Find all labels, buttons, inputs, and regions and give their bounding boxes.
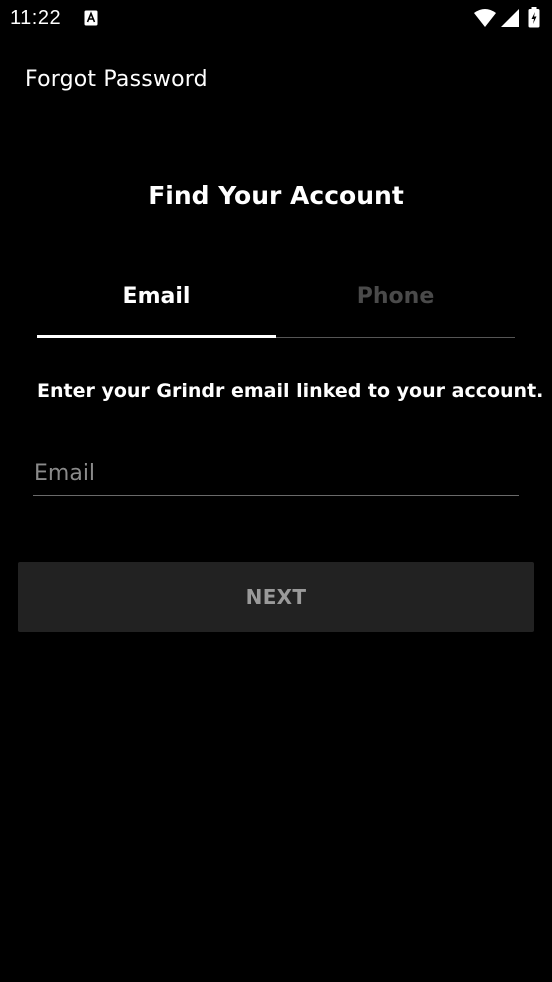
instructions-text: Enter your Grindr email linked to your a… — [37, 380, 544, 402]
tab-bar: Email Phone — [37, 270, 515, 340]
battery-charging-icon — [528, 7, 540, 28]
email-field[interactable] — [33, 452, 519, 496]
tab-email[interactable]: Email — [37, 270, 276, 336]
status-bar: 11:22 — [0, 0, 552, 38]
tab-selected-indicator — [37, 335, 276, 338]
page-title: Forgot Password — [25, 67, 208, 92]
wifi-icon — [474, 9, 496, 27]
notification-a-icon — [84, 10, 98, 26]
find-account-heading: Find Your Account — [148, 181, 404, 210]
signal-icon — [501, 9, 519, 27]
status-time: 11:22 — [10, 7, 62, 29]
next-button[interactable]: NEXT — [18, 562, 534, 632]
tab-phone[interactable]: Phone — [276, 270, 515, 336]
